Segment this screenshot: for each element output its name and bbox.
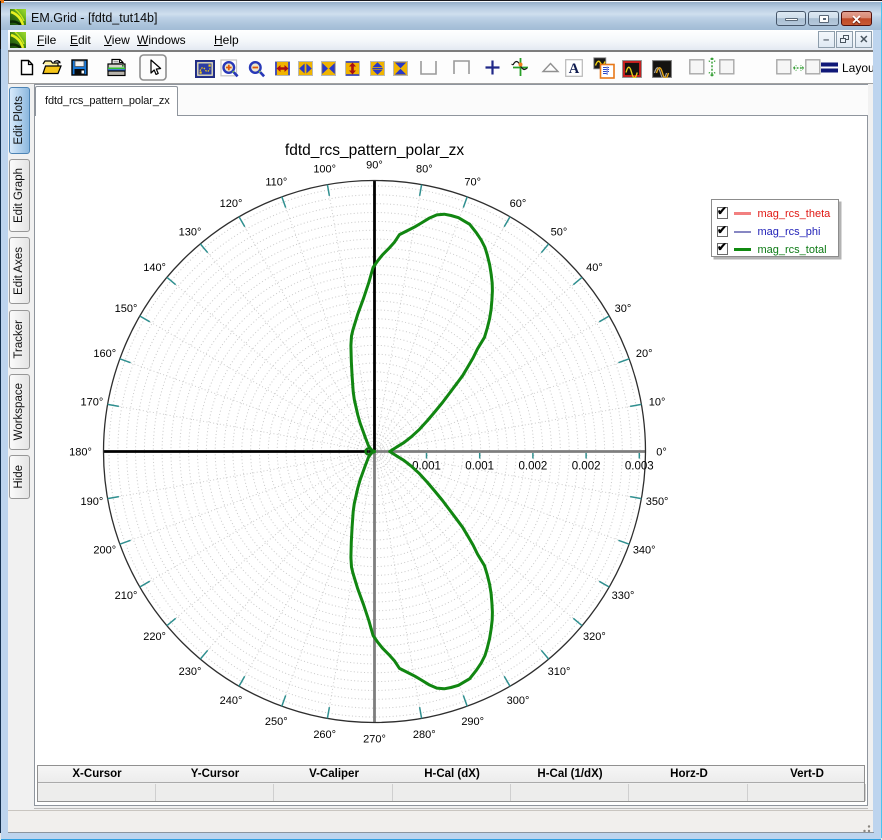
svg-text:90°: 90° (366, 159, 383, 171)
svg-text:70°: 70° (464, 177, 481, 189)
svg-text:250°: 250° (265, 716, 288, 728)
svg-text:160°: 160° (93, 348, 116, 360)
svg-text:310°: 310° (548, 666, 571, 678)
svg-text:240°: 240° (220, 695, 243, 707)
svg-text:fdtd_rcs_pattern_polar_zx: fdtd_rcs_pattern_polar_zx (285, 142, 464, 159)
svg-text:130°: 130° (179, 226, 202, 238)
svg-text:0.002: 0.002 (572, 461, 601, 473)
svg-text:330°: 330° (612, 590, 635, 602)
svg-text:220°: 220° (143, 631, 166, 643)
svg-text:0.001: 0.001 (465, 461, 494, 473)
svg-text:150°: 150° (115, 303, 138, 315)
svg-text:A: A (569, 61, 580, 77)
svg-text:200°: 200° (93, 545, 116, 557)
svg-text:170°: 170° (81, 397, 104, 409)
svg-text:140°: 140° (143, 262, 166, 274)
svg-text:290°: 290° (461, 716, 484, 728)
svg-text:120°: 120° (220, 198, 243, 210)
svg-text:340°: 340° (633, 545, 656, 557)
svg-text:100°: 100° (313, 164, 336, 176)
svg-text:40°: 40° (586, 262, 603, 274)
svg-text:30°: 30° (615, 303, 632, 315)
svg-text:0°: 0° (656, 446, 667, 458)
svg-text:210°: 210° (115, 590, 138, 602)
svg-text:10°: 10° (649, 397, 666, 409)
svg-text:270°: 270° (363, 733, 386, 745)
svg-text:350°: 350° (646, 496, 669, 508)
svg-text:180°: 180° (69, 446, 92, 458)
svg-text:300°: 300° (507, 695, 530, 707)
svg-text:80°: 80° (416, 164, 433, 176)
svg-text:0.003: 0.003 (625, 461, 654, 473)
svg-text:20°: 20° (636, 348, 653, 360)
svg-text:60°: 60° (510, 198, 527, 210)
svg-text:50°: 50° (551, 226, 568, 238)
svg-text:0.002: 0.002 (519, 461, 548, 473)
svg-text:110°: 110° (265, 177, 287, 189)
svg-text:280°: 280° (413, 729, 436, 741)
svg-text:320°: 320° (583, 631, 606, 643)
svg-text:230°: 230° (179, 666, 202, 678)
svg-text:260°: 260° (313, 729, 336, 741)
svg-text:190°: 190° (81, 496, 104, 508)
